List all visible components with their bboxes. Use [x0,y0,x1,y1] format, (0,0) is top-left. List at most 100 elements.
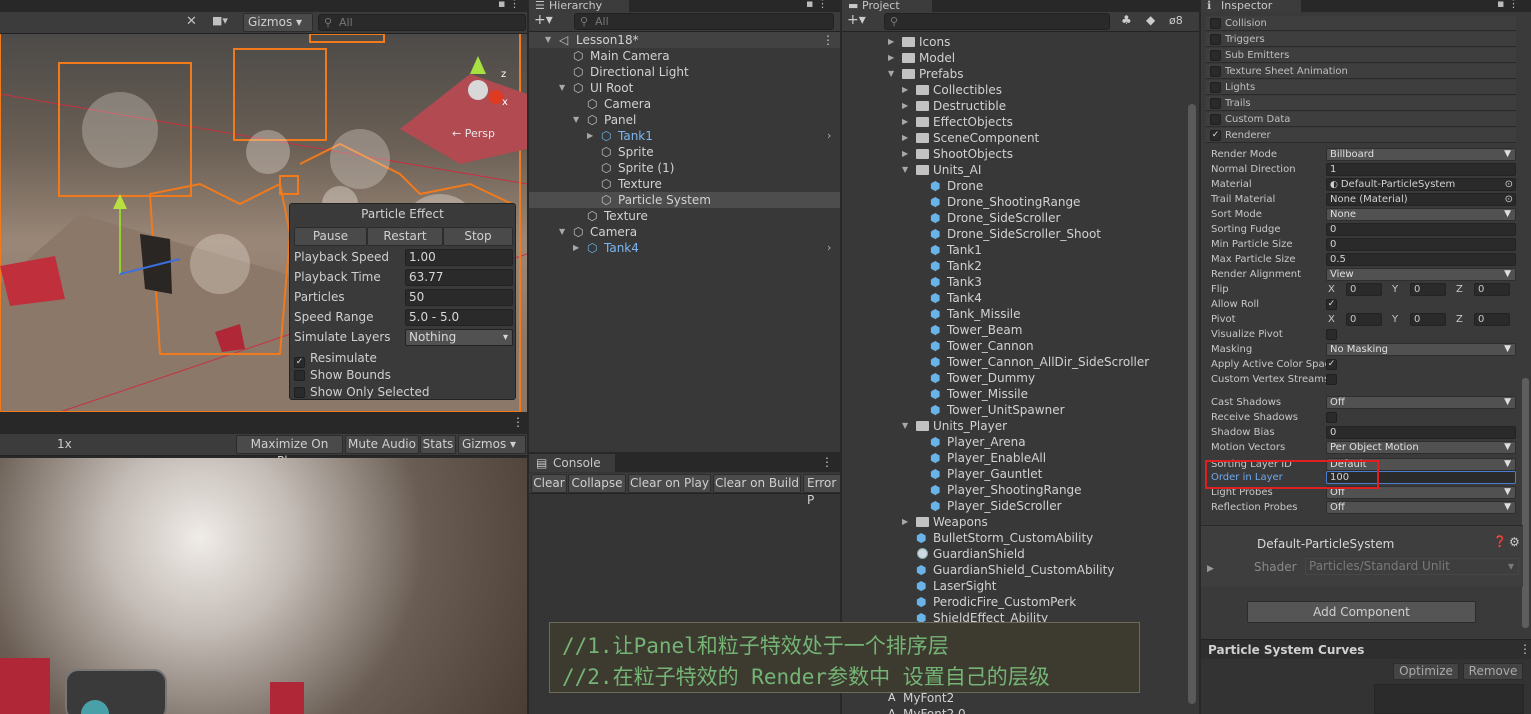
hierarchy-search-input[interactable]: ⚲ All [574,13,834,30]
renderer-input-field[interactable]: 0 [1326,238,1516,251]
foldout-arrow-icon[interactable]: ▶ [1207,564,1214,574]
project-item[interactable]: ▼ Units_Player [842,418,1182,434]
error-pause-button[interactable]: Error P [803,474,840,507]
vector-component-field[interactable]: 0 [1346,283,1382,296]
project-item[interactable]: ⬢ Tower_Cannon_AllDir_SideScroller [842,354,1182,370]
stats-button[interactable]: Stats [420,435,456,454]
particle-module-header[interactable]: Collision [1206,16,1516,31]
module-enable-checkbox[interactable] [1210,34,1221,45]
restart-button[interactable]: Restart [367,227,443,246]
game-viewport[interactable] [0,458,527,714]
foldout-arrow-icon[interactable]: ▶ [573,240,579,256]
gizmos-button[interactable]: Gizmos ▾ [243,13,313,32]
project-item[interactable]: ⬢ Tower_UnitSpawner [842,402,1182,418]
hierarchy-item[interactable]: ▼ ⬡ Panel [529,112,840,128]
clear-on-build-button[interactable]: Clear on Build [713,474,801,493]
renderer-dropdown[interactable]: Off ▼ [1326,501,1516,514]
camera-icon[interactable]: ■▾ [212,14,228,27]
hierarchy-item[interactable]: ▼ ◁ Lesson18* ⋮ [529,32,840,48]
remove-button[interactable]: Remove [1463,663,1523,680]
chevron-right-icon[interactable]: › [827,240,831,256]
hierarchy-item[interactable]: ▼ ⬡ UI Root [529,80,840,96]
renderer-dropdown[interactable]: Off ▼ [1326,396,1516,409]
console-menu-icon[interactable]: ⋮ [821,455,833,469]
settings-gear-icon[interactable]: ⚙ [1509,535,1520,549]
renderer-dropdown[interactable]: View ▼ [1326,268,1516,281]
project-item[interactable]: ⬢ BulletStorm_CustomAbility [842,530,1182,546]
project-item[interactable]: ▶ Collectibles [842,82,1182,98]
renderer-checkbox[interactable]: ✓ [1326,359,1337,370]
project-item[interactable]: ⬢ Player_Gauntlet [842,466,1182,482]
collapse-button[interactable]: Collapse [568,474,626,493]
game-menu-icon[interactable]: ⋮ [512,415,524,429]
hierarchy-item[interactable]: ⬡ Sprite (1) [529,160,840,176]
particle-module-header[interactable]: Lights [1206,80,1516,95]
scene-search-input[interactable]: ⚲ All [318,14,526,31]
renderer-dropdown[interactable]: Billboard ▼ [1326,148,1516,161]
persp-label[interactable]: ← Persp [452,127,495,140]
checkbox[interactable] [294,370,305,381]
filter-label-icon[interactable]: ◆ [1146,13,1155,27]
hierarchy-item[interactable]: ⬡ Sprite [529,144,840,160]
project-item[interactable]: ⬢ Tank_Missile [842,306,1182,322]
particle-module-header[interactable]: Trails [1206,96,1516,111]
curves-menu-icon[interactable]: ⋮ [1519,642,1531,656]
hierarchy-item[interactable]: ⬡ Camera [529,96,840,112]
project-item[interactable]: ▶ Model [842,50,1182,66]
renderer-checkbox[interactable] [1326,374,1337,385]
particle-module-header[interactable]: Custom Data [1206,112,1516,127]
hierarchy-item[interactable]: ▼ ⬡ Camera [529,224,840,240]
renderer-dropdown[interactable]: None ▼ [1326,208,1516,221]
inspector-menu-icon[interactable]: ▪ ⋮ [1497,0,1519,10]
project-item[interactable]: ⬢ Player_SideScroller [842,498,1182,514]
project-item[interactable]: ▼ Prefabs [842,66,1182,82]
foldout-arrow-icon[interactable]: ▶ [902,514,908,530]
project-item[interactable]: ⬢ Tank4 [842,290,1182,306]
hierarchy-item[interactable]: ⬡ Particle System [529,192,840,208]
foldout-arrow-icon[interactable]: ▶ [902,82,908,98]
simulate-layers-dropdown[interactable]: Nothing ▾ [405,329,513,346]
hierarchy-tab[interactable]: ☰ Hierarchy [529,0,629,12]
project-item[interactable]: GuardianShield [842,546,1182,562]
project-item[interactable]: ⬢ Tank2 [842,258,1182,274]
project-item[interactable]: ▶ ShootObjects [842,146,1182,162]
hierarchy-item[interactable]: ⬡ Directional Light [529,64,840,80]
vector-component-field[interactable]: 0 [1474,283,1510,296]
optimize-button[interactable]: Optimize [1393,663,1459,680]
foldout-arrow-icon[interactable]: ▼ [559,80,565,96]
panel-menu-icon[interactable]: ▪ ⋮ [498,0,520,10]
particle-check-row[interactable]: Show Bounds [294,367,391,383]
vector-component-field[interactable]: 0 [1410,313,1446,326]
project-tab[interactable]: ▬ Project [842,0,932,12]
hierarchy-item[interactable]: ▶ ⬡ Tank4 › [529,240,840,256]
renderer-checkbox[interactable] [1326,412,1337,423]
project-item[interactable]: ⬢ PerodicFire_CustomPerk [842,594,1182,610]
foldout-arrow-icon[interactable]: ▼ [888,66,894,82]
maximize-on-play-button[interactable]: Maximize On Play [236,435,343,468]
vector-component-field[interactable]: 0 [1474,313,1510,326]
project-item[interactable]: ⬢ Player_ShootingRange [842,482,1182,498]
hierarchy-item[interactable]: ⬡ Main Camera [529,48,840,64]
vector-component-field[interactable]: 0 [1346,313,1382,326]
renderer-input-field[interactable]: 0 [1326,426,1516,439]
hierarchy-item[interactable]: ⬡ Texture [529,176,840,192]
particle-field-value[interactable]: 50 [405,289,513,306]
particle-module-header[interactable]: ✓ Renderer [1206,128,1516,143]
project-item[interactable]: ⬢ Tower_Cannon [842,338,1182,354]
shader-dropdown[interactable]: Particles/Standard Unlit ▾ [1305,558,1519,575]
particle-module-header[interactable]: Sub Emitters [1206,48,1516,63]
foldout-arrow-icon[interactable]: ▶ [902,114,908,130]
project-item[interactable]: ▶ EffectObjects [842,114,1182,130]
renderer-checkbox[interactable]: ✓ [1326,299,1337,310]
vector-component-field[interactable]: 0 [1410,283,1446,296]
project-item[interactable]: ⬢ Drone_SideScroller [842,210,1182,226]
inspector-scrollbar[interactable] [1522,378,1529,628]
project-item[interactable]: ⬢ Drone_ShootingRange [842,194,1182,210]
particle-field-value[interactable]: 5.0 - 5.0 [405,309,513,326]
mute-audio-button[interactable]: Mute Audio [345,435,419,454]
renderer-dropdown[interactable]: No Masking ▼ [1326,343,1516,356]
project-item[interactable]: ▼ Units_AI [842,162,1182,178]
console-tab[interactable]: ▤ Console [529,454,615,472]
module-enable-checkbox[interactable]: ✓ [1210,130,1221,141]
project-item[interactable]: ▶ SceneComponent [842,130,1182,146]
